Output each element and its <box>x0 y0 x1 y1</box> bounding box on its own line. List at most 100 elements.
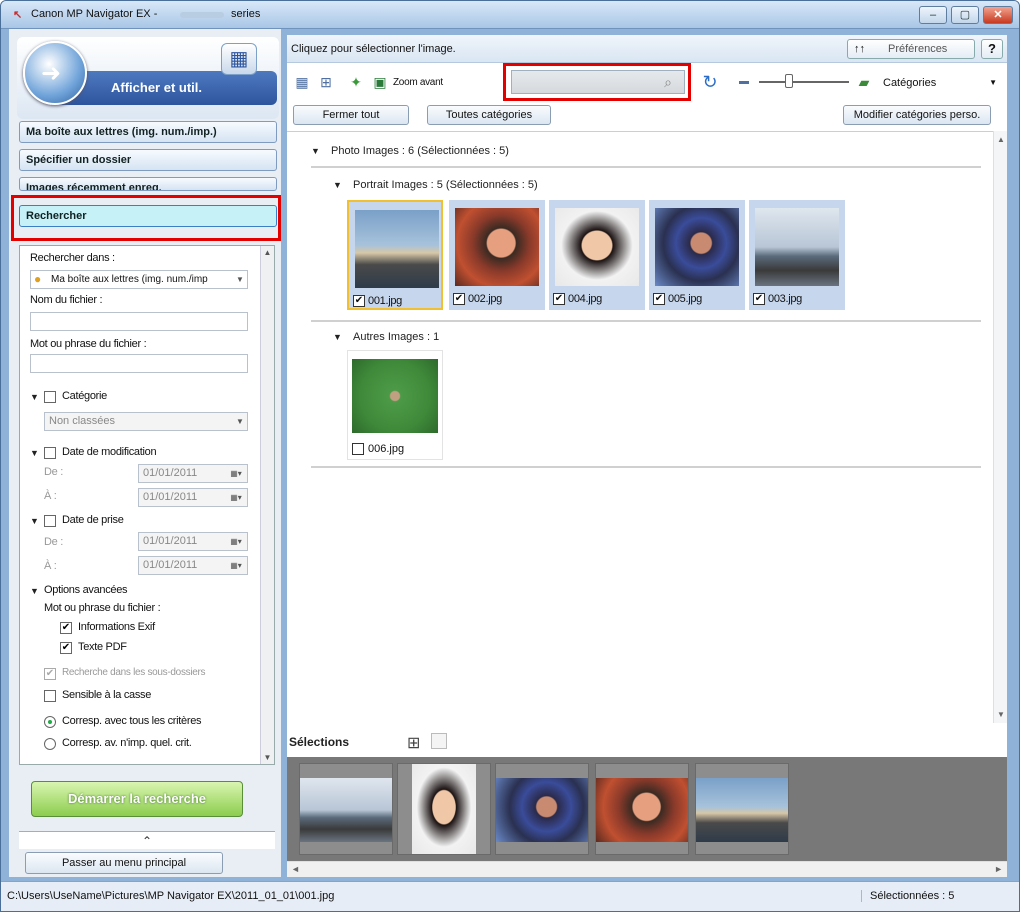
tray-scrollbar[interactable]: ◄ ► <box>287 861 1007 877</box>
slider-thumb[interactable] <box>785 74 793 88</box>
photo-thumbnail <box>555 208 639 286</box>
thumbnail-checkbox[interactable]: ✔ <box>553 293 565 305</box>
modified-to-date[interactable]: 01/01/2011 ▦▾ <box>138 488 248 507</box>
collapse-portrait-icon[interactable]: ▼ <box>333 180 342 190</box>
expand-category-icon[interactable]: ▼ <box>30 392 39 402</box>
start-search-button[interactable]: Démarrer la recherche <box>31 781 243 817</box>
thumbnail-item[interactable]: ✔ 003.jpg <box>749 200 845 310</box>
category-select[interactable]: Non classées ▼ <box>44 412 248 431</box>
thumbnail-filename: 003.jpg <box>768 293 802 305</box>
thumbnail-checkbox[interactable]: ✔ <box>453 293 465 305</box>
category-value: Non classées <box>49 415 116 427</box>
thumbnail-size-slider[interactable] <box>759 74 849 88</box>
look-in-value: Ma boîte aux lettres (img. num./imp <box>51 274 208 285</box>
main-menu-button[interactable]: Passer au menu principal <box>25 852 223 874</box>
scroll-up-icon[interactable]: ▲ <box>997 135 1005 144</box>
grid-icon[interactable]: ⊞ <box>317 73 335 91</box>
selected-thumbnail[interactable] <box>397 763 491 855</box>
exif-checkbox[interactable]: ✔ <box>60 622 72 634</box>
edit-categories-button[interactable]: Modifier catégories perso. <box>843 105 991 125</box>
category-label: Catégorie <box>62 390 107 402</box>
look-in-select[interactable]: ● Ma boîte aux lettres (img. num./imp ▼ <box>30 270 248 289</box>
thumbnail-item[interactable]: ✔ 005.jpg <box>649 200 745 310</box>
thumbnail-checkbox[interactable]: ✔ <box>353 295 365 307</box>
navigator-logo-icon[interactable]: ➜ <box>23 41 87 105</box>
highlight-search-nav <box>11 195 281 241</box>
thumbnail-item[interactable]: 006.jpg <box>347 350 443 460</box>
expand-modified-icon[interactable]: ▼ <box>30 448 39 458</box>
match-all-label: Corresp. avec tous les critères <box>62 715 202 727</box>
zoom-icon[interactable]: ▣ <box>371 73 389 91</box>
taken-to-date[interactable]: 01/01/2011 ▦▾ <box>138 556 248 575</box>
taken-from-date[interactable]: 01/01/2011 ▦▾ <box>138 532 248 551</box>
thumbnail-checkbox[interactable]: ✔ <box>653 293 665 305</box>
mailbox-icon: ● <box>34 272 42 286</box>
expand-advanced-icon[interactable]: ▼ <box>30 586 39 596</box>
chevron-down-icon: ▼ <box>236 417 244 426</box>
match-any-radio[interactable] <box>44 738 56 750</box>
scroll-down-icon[interactable]: ▼ <box>261 751 274 764</box>
search-panel-scrollbar[interactable]: ▲ ▼ <box>260 246 274 764</box>
collapse-panel-button[interactable]: ⌃ <box>19 831 275 849</box>
pdf-checkbox[interactable]: ✔ <box>60 642 72 654</box>
refresh-icon[interactable]: ↻ <box>701 73 719 91</box>
action-bar: Fermer tout Toutes catégories Modifier c… <box>287 101 1007 129</box>
search-options-panel: ▲ ▼ Rechercher dans : ● Ma boîte aux let… <box>19 245 275 765</box>
nav-specify-folder[interactable]: Spécifier un dossier <box>19 149 277 171</box>
photo-thumbnail <box>300 778 392 842</box>
wand-icon[interactable]: ✦ <box>347 73 365 91</box>
photo-thumbnail <box>496 778 588 842</box>
phrase-label: Mot ou phrase du fichier : <box>30 338 147 350</box>
preferences-button[interactable]: ↑↑ Préférences <box>847 39 975 59</box>
thumbnail-item[interactable]: ✔ 004.jpg <box>549 200 645 310</box>
help-button[interactable]: ? <box>981 39 1003 59</box>
taken-to-label: À : <box>44 560 57 572</box>
modified-checkbox[interactable] <box>44 447 56 459</box>
photo-thumbnail <box>355 210 439 288</box>
case-checkbox[interactable] <box>44 690 56 702</box>
single-view-icon[interactable] <box>431 733 447 749</box>
modified-from-date[interactable]: 01/01/2011 ▦▾ <box>138 464 248 483</box>
taken-label: Date de prise <box>62 514 124 526</box>
phrase-input[interactable] <box>30 354 248 373</box>
minimize-button[interactable]: – <box>919 6 947 24</box>
close-all-button[interactable]: Fermer tout <box>293 105 409 125</box>
scroll-up-icon[interactable]: ▲ <box>261 246 274 259</box>
toolbar: ▦ ⊞ ✦ ▣ Zoom avant ⌕ ↻ ▬ ▰ Catégories ▼ <box>287 63 1007 101</box>
scroll-left-icon[interactable]: ◄ <box>291 864 300 874</box>
status-bar: C:\Users\UseName\Pictures\MP Navigator E… <box>1 881 1019 911</box>
all-categories-button[interactable]: Toutes catégories <box>427 105 551 125</box>
advanced-label: Options avancées <box>44 584 128 596</box>
thumbnail-scrollbar[interactable]: ▲ ▼ <box>993 131 1007 723</box>
category-checkbox[interactable] <box>44 391 56 403</box>
taken-checkbox[interactable] <box>44 515 56 527</box>
selected-thumbnail[interactable] <box>299 763 393 855</box>
nav-my-box[interactable]: Ma boîte aux lettres (img. num./imp.) <box>19 121 277 143</box>
close-button[interactable]: ✕ <box>983 6 1013 24</box>
thumbnail-item[interactable]: ✔ 001.jpg <box>347 200 443 310</box>
maximize-button[interactable]: ▢ <box>951 6 979 24</box>
grid-icon[interactable]: ⊞ <box>407 733 420 753</box>
scroll-right-icon[interactable]: ► <box>994 864 1003 874</box>
select-all-icon[interactable]: ▦ <box>293 73 311 91</box>
subfolders-checkbox[interactable]: ✔ <box>44 668 56 680</box>
scroll-down-icon[interactable]: ▼ <box>997 710 1005 719</box>
photo-thumbnail <box>412 764 476 854</box>
collapse-others-icon[interactable]: ▼ <box>333 332 342 342</box>
filename-input[interactable] <box>30 312 248 331</box>
nav-recent-images[interactable]: Images récemment enreg. <box>19 177 277 191</box>
divider <box>311 166 981 168</box>
view-mode-select[interactable]: Catégories ▼ <box>883 73 1001 93</box>
window-title-suffix: series <box>231 8 261 20</box>
thumbnail-checkbox[interactable] <box>352 443 364 455</box>
collapse-photo-icon[interactable]: ▼ <box>311 146 320 156</box>
selected-thumbnail[interactable] <box>695 763 789 855</box>
match-all-radio[interactable] <box>44 716 56 728</box>
model-name-redacted <box>180 12 224 18</box>
thumbnail-item[interactable]: ✔ 002.jpg <box>449 200 545 310</box>
selected-thumbnail[interactable] <box>595 763 689 855</box>
selected-thumbnail[interactable] <box>495 763 589 855</box>
thumbnail-checkbox[interactable]: ✔ <box>753 293 765 305</box>
zoom-in-button[interactable]: Zoom avant <box>393 77 443 88</box>
expand-taken-icon[interactable]: ▼ <box>30 516 39 526</box>
